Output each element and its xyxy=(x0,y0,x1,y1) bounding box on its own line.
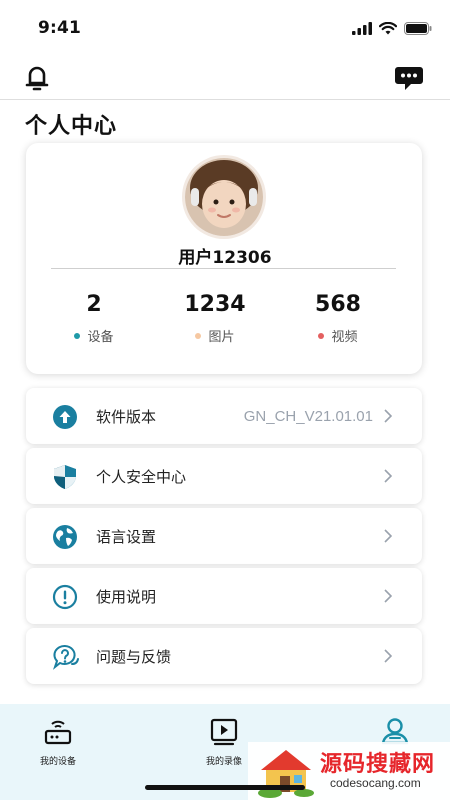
chevron-right-icon xyxy=(384,408,393,427)
notification-bell-icon[interactable] xyxy=(24,64,50,96)
menu-item-label: 语言设置 xyxy=(96,527,157,546)
stat-images[interactable]: 1234 图片 xyxy=(155,292,275,345)
page-title: 个人中心 xyxy=(25,114,118,139)
stat-value: 2 xyxy=(86,292,102,317)
stat-label-row: 视频 xyxy=(278,326,398,345)
info-circle-icon xyxy=(52,584,78,610)
watermark: 源码搜藏网 codesocang.com xyxy=(248,742,450,800)
status-bar: 9:41 xyxy=(0,0,450,56)
menu-item-language-settings[interactable]: 语言设置 xyxy=(26,508,422,564)
menu-item-label: 使用说明 xyxy=(96,587,157,606)
watermark-text: 源码搜藏网 xyxy=(320,752,436,777)
video-icon xyxy=(209,718,239,750)
menu-item-value: GN_CH_V21.01.01 xyxy=(243,407,373,425)
upload-circle-icon xyxy=(52,404,78,430)
stat-videos[interactable]: 568 视频 xyxy=(278,292,398,345)
signal-icon xyxy=(352,21,372,35)
nav-label: 我的设备 xyxy=(39,757,76,767)
battery-icon xyxy=(404,21,432,35)
stat-label: 图片 xyxy=(208,330,235,345)
status-time: 9:41 xyxy=(38,18,82,38)
status-dot xyxy=(74,332,81,339)
chevron-right-icon xyxy=(384,648,393,667)
house-logo-icon xyxy=(256,746,316,800)
stat-devices[interactable]: 2 设备 xyxy=(34,292,154,345)
stat-label: 设备 xyxy=(87,330,114,345)
menu-item-label: 个人安全中心 xyxy=(96,467,187,486)
stat-label: 视频 xyxy=(331,330,358,345)
chevron-right-icon xyxy=(384,528,393,547)
avatar[interactable] xyxy=(185,158,263,236)
divider xyxy=(51,268,396,269)
status-icons xyxy=(352,21,432,35)
shield-icon xyxy=(52,464,78,490)
menu-item-label: 问题与反馈 xyxy=(96,647,172,666)
globe-icon xyxy=(52,524,78,550)
wifi-icon xyxy=(379,21,397,34)
menu-item-label: 软件版本 xyxy=(96,407,157,426)
stat-value: 568 xyxy=(315,292,361,317)
stat-label-row: 设备 xyxy=(34,326,154,345)
stat-label-row: 图片 xyxy=(155,326,275,345)
menu-item-security-center[interactable]: 个人安全中心 xyxy=(26,448,422,504)
status-dot xyxy=(318,332,325,339)
nav-my-devices[interactable]: 我的设备 xyxy=(18,716,98,767)
help-bubble-icon xyxy=(52,644,79,670)
menu-item-software-version[interactable]: 软件版本 GN_CH_V21.01.01 xyxy=(26,388,422,444)
chevron-right-icon xyxy=(384,468,393,487)
watermark-url: codesocang.com xyxy=(330,776,421,790)
top-bar xyxy=(0,56,450,100)
username: 用户12306 xyxy=(178,248,272,268)
router-icon xyxy=(43,720,73,750)
message-chat-icon[interactable] xyxy=(394,66,424,96)
stat-value: 1234 xyxy=(184,292,246,317)
status-dot xyxy=(195,332,202,339)
menu-item-user-guide[interactable]: 使用说明 xyxy=(26,568,422,624)
chevron-right-icon xyxy=(384,588,393,607)
menu-item-feedback[interactable]: 问题与反馈 xyxy=(26,628,422,684)
home-indicator xyxy=(145,785,305,790)
